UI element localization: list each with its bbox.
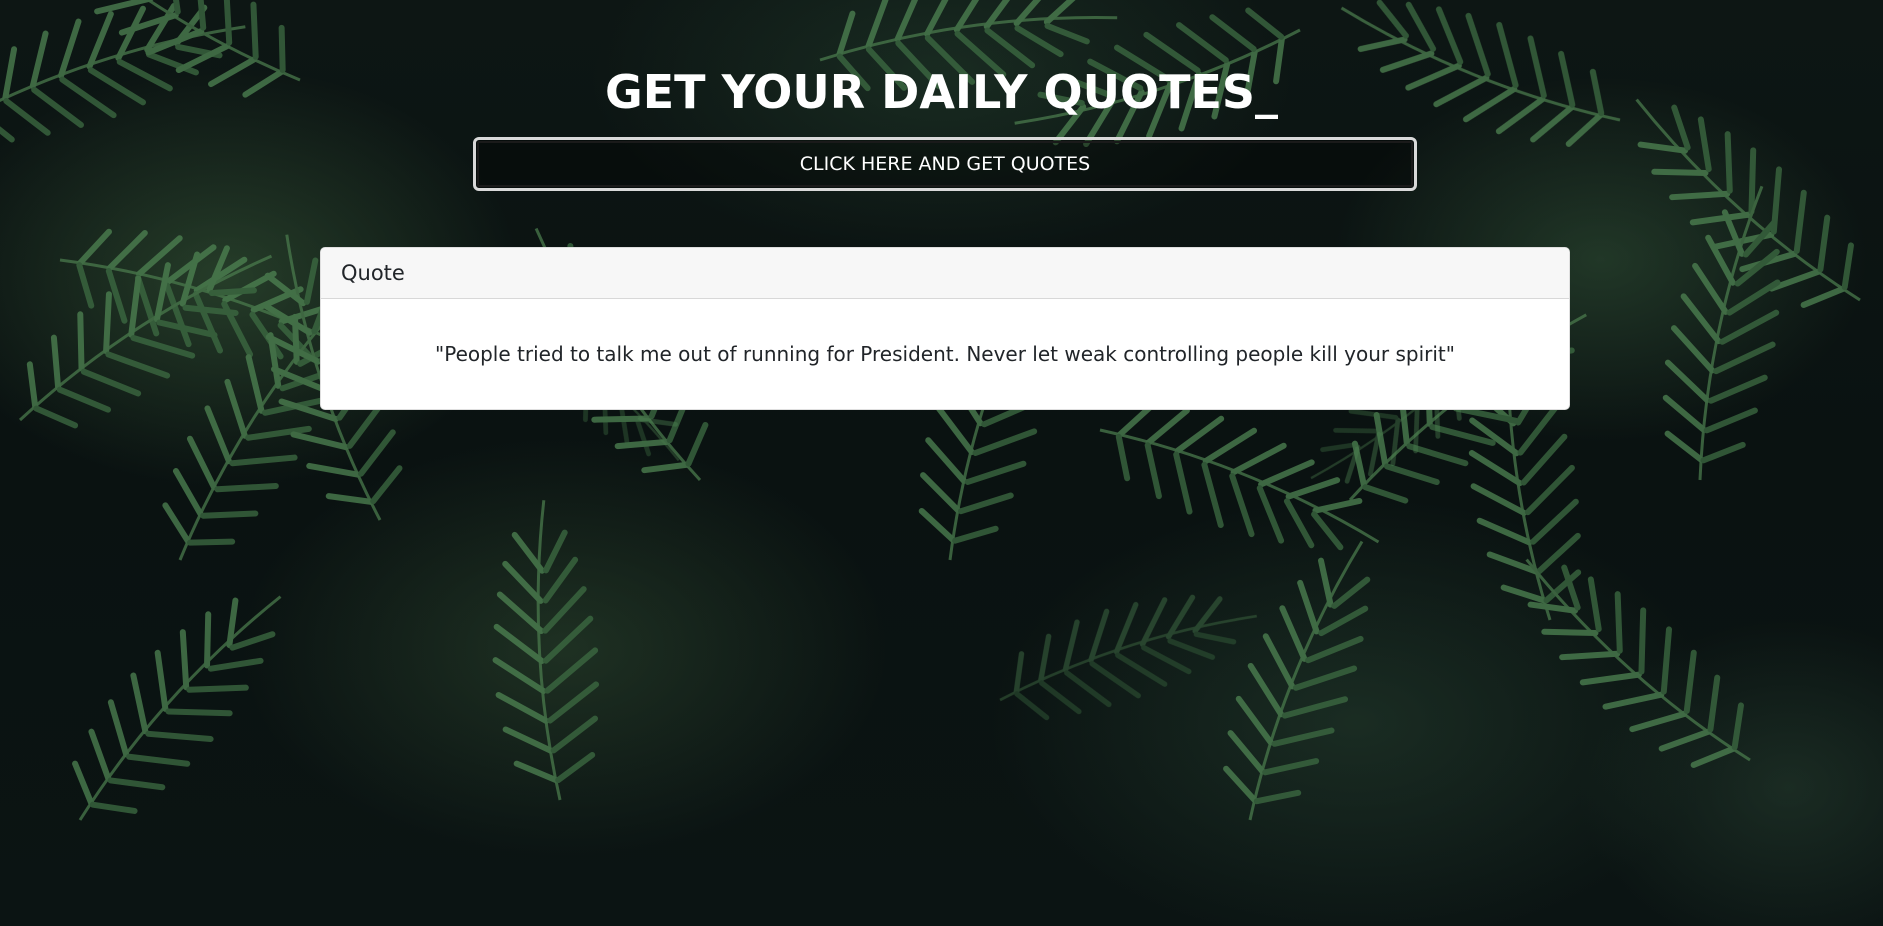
quote-card-header: Quote	[321, 248, 1569, 299]
quote-text: "People tried to talk me out of running …	[435, 342, 1455, 366]
quote-card-body: "People tried to talk me out of running …	[321, 299, 1569, 409]
quote-card: Quote "People tried to talk me out of ru…	[320, 247, 1570, 410]
page-title: GET YOUR DAILY QUOTES_	[605, 65, 1278, 119]
get-quotes-button[interactable]: CLICK HERE AND GET QUOTES	[473, 137, 1417, 191]
